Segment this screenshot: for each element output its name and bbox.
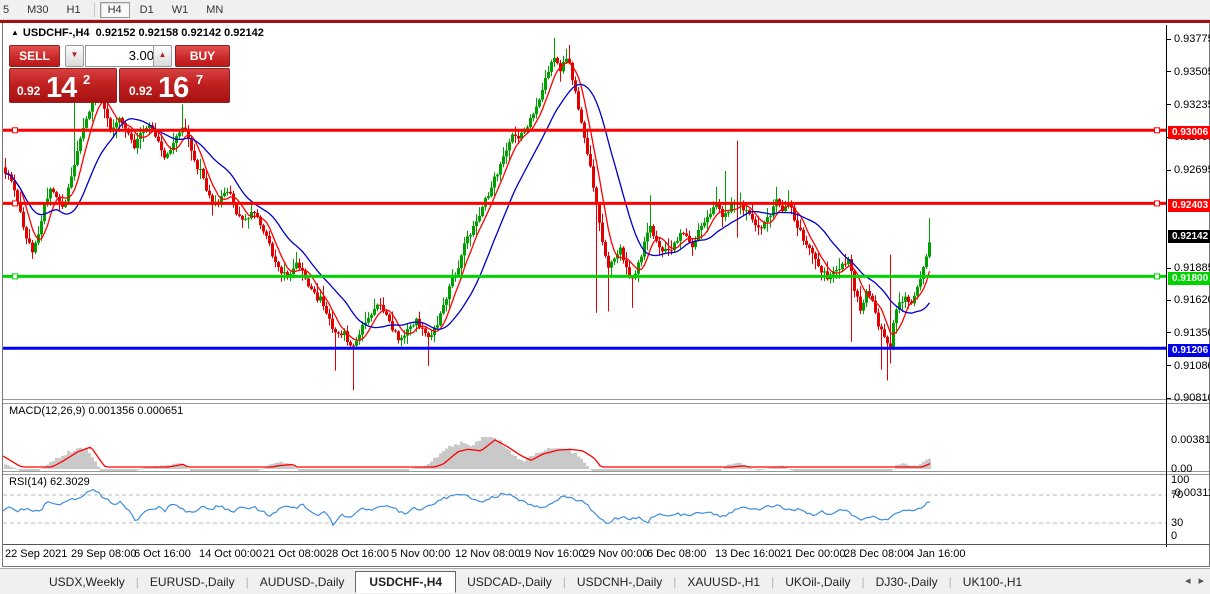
tab-scroll-left-icon[interactable]: ◂	[1185, 575, 1191, 587]
tab-scroll-right-icon[interactable]: ▸	[1198, 575, 1204, 587]
price-badge: 0.92403	[1168, 198, 1210, 212]
timeframe-toolbar: 5 M30 H1 H4 D1 W1 MN	[0, 0, 1210, 20]
price-tick-label: 0.93775	[1174, 33, 1210, 46]
price-tick-label: 0.93235	[1174, 98, 1210, 111]
buy-price-prefix: 0.92	[129, 84, 153, 98]
buy-price-pip: 7	[196, 72, 204, 87]
time-axis-label: 22 Sep 2021	[5, 548, 68, 560]
buy-button[interactable]: BUY	[175, 45, 230, 67]
price-tick-mark	[1167, 169, 1171, 171]
collapse-arrow-icon[interactable]: ▲	[11, 28, 19, 37]
chart-tab-usdcnh-daily[interactable]: USDCNH-,Daily	[566, 572, 673, 592]
time-axis-label: 14 Oct 00:00	[199, 548, 262, 560]
price-tick-mark	[1167, 104, 1171, 106]
price-badge: 0.91206	[1168, 343, 1210, 357]
price-tick-label: 0.91350	[1174, 326, 1210, 339]
time-axis-label: 5 Nov 00:00	[391, 548, 451, 560]
chart-tab-usdchf-h4[interactable]: USDCHF-,H4	[355, 571, 457, 593]
rsi-tick-label: 70	[1171, 489, 1184, 501]
macd-tick-label: 0.003811	[1171, 434, 1210, 446]
chart-tab-ukoil-daily[interactable]: UKOil-,Daily	[774, 572, 861, 592]
chart-tab-bar: USDX,Weekly | EURUSD-,Daily | AUDUSD-,Daily U…	[0, 568, 1210, 594]
sell-button[interactable]: SELL	[9, 45, 60, 67]
price-tick-mark	[1167, 267, 1171, 269]
volume-increase-button[interactable]: ▲	[153, 45, 172, 67]
timeframe-button-mn[interactable]: MN	[198, 2, 231, 18]
mt4-terminal: 5 M30 H1 H4 D1 W1 MN ▲ USDCHF-,H4 0.92152 0.921…	[0, 0, 1210, 594]
time-axis-label: 28 Oct 16:00	[326, 548, 389, 560]
timeframe-button-5[interactable]: 5	[0, 2, 17, 18]
price-tick-mark	[1167, 299, 1171, 301]
price-tick-mark	[1167, 332, 1171, 334]
price-tick-label: 0.93505	[1174, 65, 1210, 78]
chart-tab-usdx-weekly[interactable]: USDX,Weekly	[38, 572, 136, 592]
rsi-panel-canvas[interactable]	[3, 474, 1166, 544]
tab-scroll-arrows: ◂ ▸	[1177, 574, 1204, 587]
time-axis: 22 Sep 2021 29 Sep 08:00 6 Oct 16:00 14 Oct…	[3, 544, 1209, 567]
chart-ohlc-values: 0.92152 0.92158 0.92142 0.92142	[95, 27, 264, 39]
price-tick-label: 0.90810	[1174, 392, 1210, 405]
time-axis-label: 4 Jan 16:00	[908, 548, 966, 560]
sell-price-prefix: 0.92	[17, 84, 41, 98]
price-badge: 0.91800	[1168, 271, 1210, 285]
timeframe-button-w1[interactable]: W1	[164, 2, 197, 18]
time-axis-label: 29 Nov 00:00	[583, 548, 649, 560]
timeframe-button-d1[interactable]: D1	[132, 2, 162, 18]
rsi-tick-label: 0	[1171, 530, 1178, 542]
price-tick-mark	[1167, 365, 1171, 367]
time-axis-label: 29 Sep 08:00	[71, 548, 137, 560]
time-axis-label: 12 Nov 08:00	[455, 548, 521, 560]
rsi-tick-label: 30	[1171, 517, 1184, 529]
chart-tab-dj30-daily[interactable]: DJ30-,Daily	[865, 572, 949, 592]
price-tick-mark	[1167, 71, 1171, 73]
buy-price-main: 16	[158, 72, 189, 104]
timeframe-button-m30[interactable]: M30	[19, 2, 56, 18]
sell-price-button[interactable]: 0.92 14 2	[9, 68, 117, 104]
price-tick-label: 0.91080	[1174, 359, 1210, 372]
time-axis-label: 6 Dec 08:00	[647, 548, 707, 560]
price-tick-label: 0.92695	[1174, 164, 1210, 176]
rsi-label: RSI(14) 62.3029	[9, 476, 90, 488]
time-axis-label: 21 Oct 08:00	[263, 548, 326, 560]
volume-decrease-button[interactable]: ▼	[65, 45, 84, 67]
rsi-tick-label: 100	[1171, 474, 1190, 486]
time-axis-label: 13 Dec 16:00	[715, 548, 781, 560]
time-axis-label: 28 Dec 08:00	[844, 548, 910, 560]
price-tick-mark	[1167, 397, 1171, 399]
volume-input[interactable]: 3.00	[85, 45, 161, 67]
chart-symbol-label: USDCHF-,H4	[22, 27, 90, 39]
chart-tab-uk100-h1[interactable]: UK100-,H1	[952, 572, 1033, 592]
time-axis-label: 19 Nov 16:00	[519, 548, 585, 560]
price-tick-label: 0.91620	[1174, 294, 1210, 307]
chart-tab-audusd-daily[interactable]: AUDUSD-,Daily	[249, 572, 356, 592]
time-axis-label: 21 Dec 00:00	[780, 548, 846, 560]
toolbar-separator	[93, 2, 95, 17]
one-click-trading-panel: SELL ▼ 3.00 ▲ BUY 0.92 14 2 0.92 16 7	[9, 45, 230, 104]
chart-header: ▲ USDCHF-,H4 0.92152 0.92158 0.92142 0.92…	[11, 27, 264, 39]
price-tick-mark	[1167, 38, 1171, 40]
sell-price-main: 14	[46, 72, 77, 104]
price-badge: 0.92142	[1168, 230, 1210, 244]
chart-tab-eurusd-daily[interactable]: EURUSD-,Daily	[139, 572, 246, 592]
timeframe-button-h1[interactable]: H1	[59, 2, 89, 18]
time-axis-label: 6 Oct 16:00	[134, 548, 191, 560]
macd-label: MACD(12,26,9) 0.001356 0.000651	[9, 405, 184, 417]
buy-price-button[interactable]: 0.92 16 7	[119, 68, 230, 104]
timeframe-button-h4[interactable]: H4	[99, 1, 130, 18]
sell-price-pip: 2	[83, 72, 91, 87]
chart-tab-usdcad-daily[interactable]: USDCAD-,Daily	[456, 572, 563, 592]
chart-tab-xauusd-h1[interactable]: XAUUSD-,H1	[676, 572, 771, 592]
chart-window: ▲ USDCHF-,H4 0.92152 0.92158 0.92142 0.92…	[2, 23, 1210, 567]
price-badge: 0.93006	[1168, 125, 1210, 139]
